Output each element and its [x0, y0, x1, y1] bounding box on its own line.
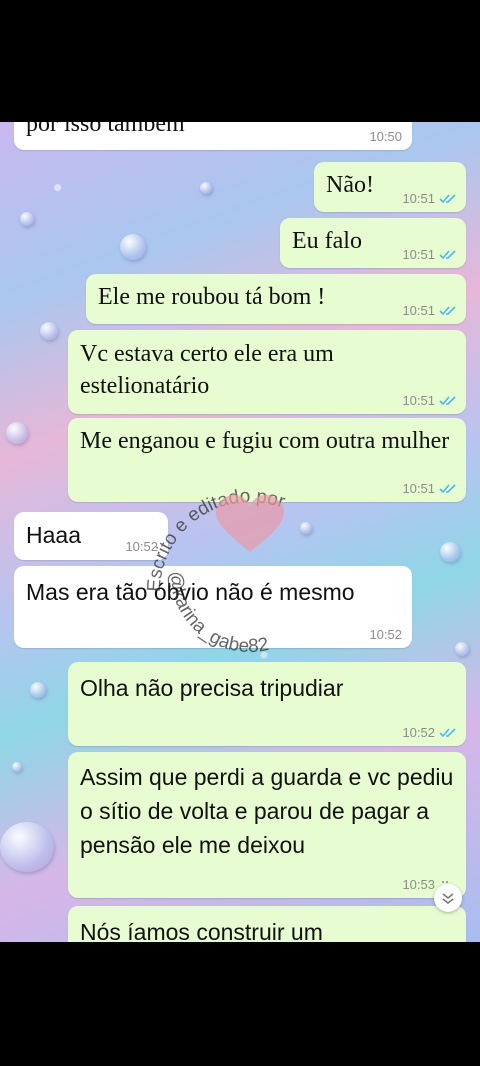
message-bubble-incoming[interactable]: Haaa 10:52 [14, 512, 168, 560]
water-drop [300, 522, 312, 534]
message-bubble-outgoing[interactable]: Nós íamos construir um [68, 906, 466, 942]
message-bubble-outgoing[interactable]: Olha não precisa tripudiar 10:52 [68, 662, 466, 746]
message-text: Ele me roubou tá bom ! [98, 284, 326, 310]
message-meta: 10:52 [402, 725, 456, 740]
message-text: Haaa [26, 522, 81, 548]
message-text: Não! [326, 172, 374, 198]
message-text: por isso também [26, 122, 185, 137]
water-drop [200, 182, 212, 194]
message-bubble-outgoing[interactable]: Assim que perdi a guarda e vc pediu o sí… [68, 752, 466, 898]
message-bubble-outgoing[interactable]: Não! 10:51 [314, 162, 466, 212]
message-meta: 10:51 [402, 247, 456, 262]
message-text: Vc estava certo ele era um estelionatári… [80, 341, 334, 399]
message-time: 10:51 [402, 481, 435, 496]
message-text: Me enganou e fugiu com outra mulher [80, 428, 450, 454]
message-time: 10:51 [402, 191, 435, 206]
message-bubble-incoming[interactable]: por isso também 10:50 [14, 122, 412, 150]
water-drop [12, 762, 22, 772]
message-meta: 10:51 [402, 191, 456, 206]
message-time: 10:51 [402, 247, 435, 262]
message-time: 10:53 [402, 877, 435, 892]
double-check-icon [439, 728, 456, 738]
message-time: 10:52 [125, 539, 158, 554]
message-text: Mas era tão óbvio não é mesmo [26, 579, 355, 605]
double-check-icon [439, 484, 456, 494]
message-meta: 10:51 [402, 481, 456, 496]
message-text: Eu falo [292, 228, 362, 254]
message-time: 10:52 [402, 725, 435, 740]
message-bubble-outgoing[interactable]: Vc estava certo ele era um estelionatári… [68, 330, 466, 414]
scroll-to-bottom-button[interactable] [434, 884, 462, 912]
water-drop [20, 212, 34, 226]
message-meta: 10:50 [369, 129, 402, 144]
message-time: 10:51 [402, 393, 435, 408]
double-check-icon [439, 194, 456, 204]
chevron-double-down-icon [442, 893, 454, 905]
water-drop [0, 822, 54, 872]
message-text: Assim que perdi a guarda e vc pediu o sí… [80, 764, 454, 858]
heart-icon [216, 494, 284, 552]
message-time: 10:51 [402, 303, 435, 318]
double-check-icon [439, 396, 456, 406]
message-bubble-outgoing[interactable]: Eu falo 10:51 [280, 218, 466, 268]
message-meta: 10:51 [402, 393, 456, 408]
message-bubble-outgoing[interactable]: Me enganou e fugiu com outra mulher 10:5… [68, 418, 466, 502]
message-meta: 10:52 [125, 539, 158, 554]
double-check-icon [439, 250, 456, 260]
water-drop [40, 322, 58, 340]
chat-area[interactable]: por isso também 10:50 Não! 10:51 Eu falo… [0, 122, 480, 942]
message-bubble-incoming[interactable]: Mas era tão óbvio não é mesmo 10:52 [14, 566, 412, 648]
message-bubble-outgoing[interactable]: Ele me roubou tá bom ! 10:51 [86, 274, 466, 324]
water-drop [6, 422, 28, 444]
water-drop [30, 682, 46, 698]
double-check-icon [439, 306, 456, 316]
water-drop [440, 542, 460, 562]
message-text: Olha não precisa tripudiar [80, 675, 344, 701]
water-drop [120, 234, 146, 260]
water-drop [455, 642, 469, 656]
message-time: 10:50 [369, 129, 402, 144]
message-meta: 10:52 [369, 627, 402, 642]
message-meta: 10:51 [402, 303, 456, 318]
message-text: Nós íamos construir um [80, 919, 323, 942]
message-time: 10:52 [369, 627, 402, 642]
